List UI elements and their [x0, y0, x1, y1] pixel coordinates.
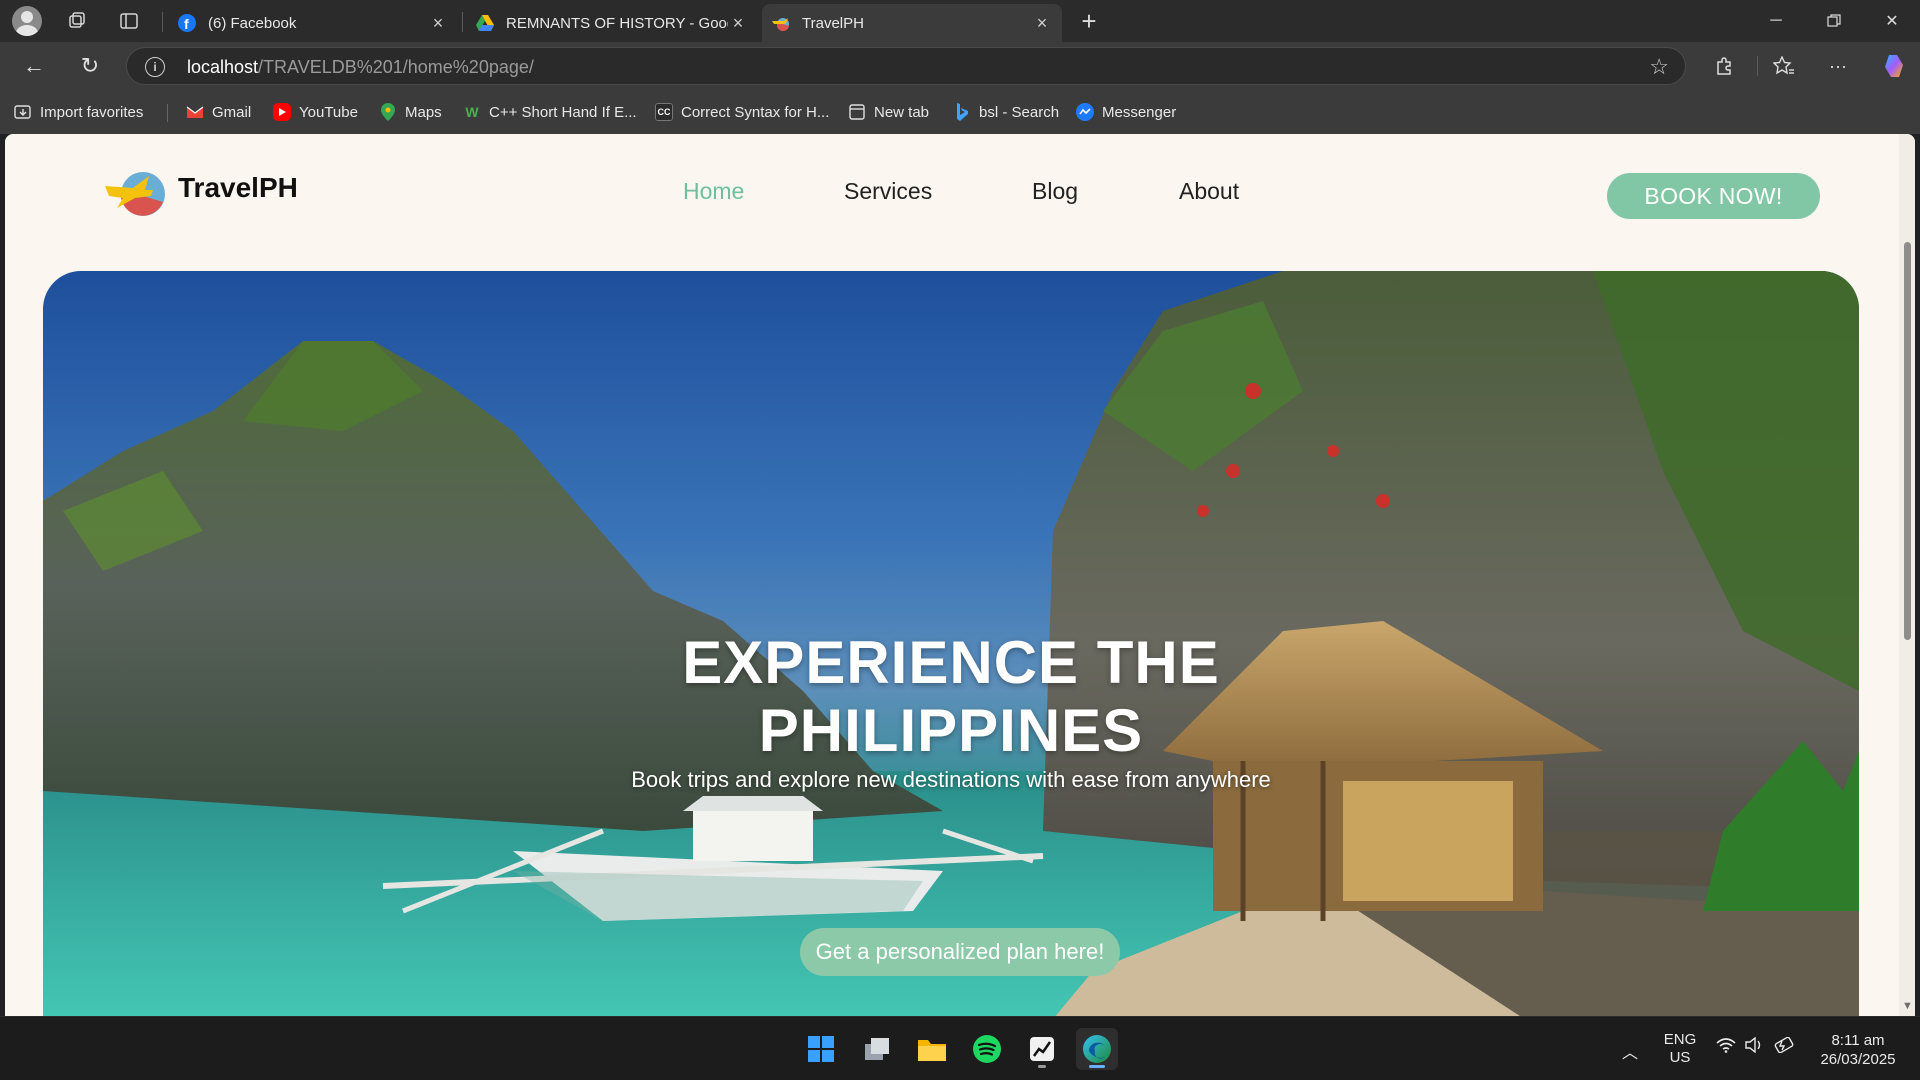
bookmark-correct-syntax[interactable]: CC Correct Syntax for H... [655, 100, 829, 124]
bookmarks-bar: Import favorites Gmail YouTube Maps W C+… [0, 90, 1920, 134]
scrollbar-thumb[interactable] [1904, 242, 1911, 640]
extensions-icon[interactable] [1708, 50, 1740, 82]
system-clock[interactable]: 8:11 am 26/03/2025 [1808, 1031, 1908, 1069]
brand-name[interactable]: TravelPH [178, 172, 298, 204]
windows-start-icon[interactable] [800, 1028, 842, 1070]
spotify-icon[interactable] [966, 1028, 1008, 1070]
travelph-logo-icon[interactable] [105, 168, 167, 218]
edge-browser-icon[interactable] [1076, 1028, 1118, 1070]
close-tab-icon[interactable]: × [728, 13, 748, 34]
minimize-window-icon[interactable]: ─ [1748, 0, 1804, 42]
personalized-plan-button[interactable]: Get a personalized plan here! [800, 928, 1120, 976]
google-drive-icon [476, 14, 494, 32]
toolbar-separator [1757, 56, 1758, 76]
bookmark-gmail[interactable]: Gmail [186, 100, 251, 124]
close-tab-icon[interactable]: × [428, 13, 448, 34]
bookmark-bsl-search[interactable]: bsl - Search [953, 100, 1059, 124]
windows-taskbar: ︿ ENG US 8:11 am 26/03/2025 [0, 1016, 1920, 1080]
new-tab-page-icon [848, 103, 866, 121]
bookmark-separator [167, 104, 168, 122]
clock-time: 8:11 am [1831, 1032, 1885, 1049]
youtube-icon [273, 103, 291, 121]
app-running-indicator [1038, 1065, 1046, 1068]
vertical-tabs-icon[interactable] [114, 6, 144, 36]
bing-icon [953, 103, 971, 121]
clock-date: 26/03/2025 [1820, 1051, 1896, 1068]
page-scrollbar[interactable]: ▼ [1899, 134, 1915, 1016]
stock-app-icon[interactable] [1021, 1028, 1063, 1070]
nav-about[interactable]: About [1179, 178, 1239, 205]
page-viewport: TravelPH Home Services Blog About BOOK N… [5, 134, 1915, 1016]
browser-toolbar: ← ↻ i localhost/TRAVELDB%201/home%20page… [0, 42, 1920, 90]
bookmark-cpp-shorthand[interactable]: W C++ Short Hand If E... [463, 100, 636, 124]
tab-travelph[interactable]: TravelPH × [762, 4, 1062, 42]
bookmark-messenger[interactable]: Messenger [1076, 100, 1176, 124]
new-tab-button[interactable]: + [1074, 6, 1104, 36]
messenger-icon [1076, 103, 1094, 121]
nav-home[interactable]: Home [683, 178, 744, 205]
facebook-icon: f [178, 14, 196, 32]
close-window-icon[interactable]: ✕ [1864, 0, 1920, 42]
file-explorer-icon[interactable] [911, 1028, 953, 1070]
favorite-star-icon[interactable]: ☆ [1649, 54, 1669, 80]
profile-avatar-icon[interactable] [12, 6, 42, 36]
wifi-icon[interactable] [1716, 1037, 1736, 1057]
hero-title: EXPERIENCE THE PHILIPPINES [682, 629, 1220, 764]
volume-icon[interactable] [1745, 1036, 1763, 1057]
input-language-indicator[interactable]: ENG US [1660, 1031, 1700, 1067]
bookmark-maps[interactable]: Maps [379, 100, 442, 124]
travelph-favicon-icon [772, 14, 790, 32]
codecademy-icon: CC [655, 103, 673, 121]
site-info-icon[interactable]: i [145, 57, 165, 77]
import-favorites-icon [14, 103, 32, 121]
restore-window-icon[interactable] [1806, 0, 1862, 42]
browser-tab-strip: f (6) Facebook × REMNANTS OF HISTORY - G… [0, 0, 1920, 42]
scroll-down-arrow-icon[interactable]: ▼ [1902, 1000, 1913, 1012]
maps-pin-icon [379, 103, 397, 121]
app-active-indicator [1089, 1065, 1105, 1068]
close-tab-icon[interactable]: × [1032, 13, 1052, 34]
tab-title: REMNANTS OF HISTORY - Google [506, 14, 728, 32]
svg-text:f: f [184, 16, 189, 32]
hero-banner: EXPERIENCE THE PHILIPPINES Book trips an… [43, 271, 1859, 1016]
tab-title: TravelPH [802, 14, 864, 32]
battery-charging-icon[interactable] [1773, 1036, 1795, 1057]
tab-title: (6) Facebook [208, 14, 297, 32]
task-view-icon[interactable] [856, 1028, 898, 1070]
address-bar[interactable]: i localhost/TRAVELDB%201/home%20page/ ☆ [126, 47, 1686, 85]
more-menu-icon[interactable]: ··· [1822, 50, 1854, 82]
hero-subtitle: Book trips and explore new destinations … [631, 767, 1271, 792]
show-hidden-icons-chevron-icon[interactable]: ︿ [1622, 1039, 1638, 1063]
nav-services[interactable]: Services [844, 178, 932, 205]
tab-facebook[interactable]: f (6) Facebook × [168, 4, 458, 42]
tab-separator [162, 12, 163, 32]
url-text[interactable]: localhost/TRAVELDB%201/home%20page/ [187, 57, 534, 78]
bookmark-youtube[interactable]: YouTube [273, 100, 358, 124]
back-arrow-icon[interactable]: ← [18, 50, 50, 82]
site-header: TravelPH Home Services Blog About BOOK N… [5, 134, 1899, 254]
w3schools-icon: W [465, 104, 479, 120]
copilot-icon[interactable] [1878, 50, 1910, 82]
gmail-icon [186, 103, 204, 121]
book-now-button[interactable]: BOOK NOW! [1607, 173, 1820, 219]
tab-google-drive[interactable]: REMNANTS OF HISTORY - Google × [466, 4, 758, 42]
bookmark-import-favorites[interactable]: Import favorites [14, 100, 143, 124]
workspaces-icon[interactable] [62, 6, 92, 36]
refresh-icon[interactable]: ↻ [74, 50, 106, 82]
tab-separator [462, 12, 463, 32]
bookmark-new-tab[interactable]: New tab [848, 100, 929, 124]
nav-blog[interactable]: Blog [1032, 178, 1078, 205]
favorites-icon[interactable] [1768, 50, 1800, 82]
